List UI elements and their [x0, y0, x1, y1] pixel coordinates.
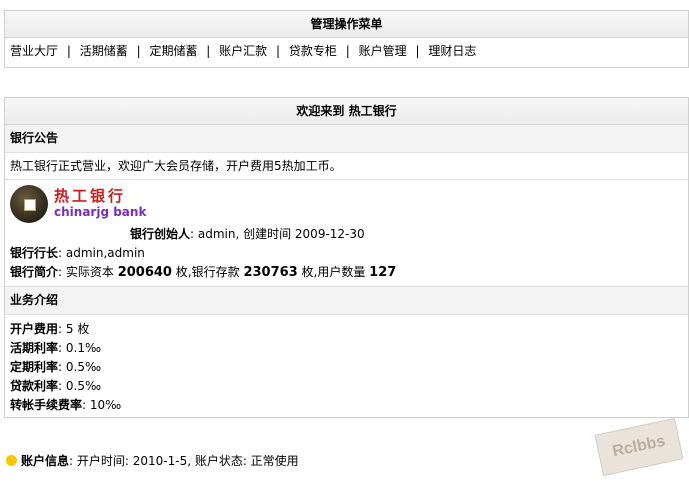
business-row: 活期利率: 0.1‰	[5, 339, 688, 358]
menu-panel: 管理操作菜单 营业大厅 | 活期储蓄 | 定期储蓄 | 账户汇款 | 贷款专柜 …	[4, 10, 689, 68]
business-value: : 5 枚	[58, 322, 90, 336]
business-label: 贷款利率	[10, 379, 59, 393]
menu-bar: 营业大厅 | 活期储蓄 | 定期储蓄 | 账户汇款 | 贷款专柜 | 账户管理 …	[5, 38, 688, 64]
intro-prefix: : 实际资本	[58, 265, 118, 279]
menu-separator: |	[66, 44, 71, 58]
menu-title: 管理操作菜单	[5, 11, 688, 38]
menu-item-account-manage[interactable]: 账户管理	[359, 44, 407, 58]
menu-separator: |	[415, 44, 420, 58]
watermark-text: Rclbbs	[611, 432, 667, 461]
logo-text-en: chinarjg bank	[54, 205, 147, 219]
bank-logo: 热工银行 chinarjg bank	[10, 185, 688, 225]
deposit-value: 230763	[243, 265, 298, 280]
menu-item-remittance[interactable]: 账户汇款	[219, 44, 267, 58]
menu-separator: |	[276, 44, 281, 58]
menu-separator: |	[206, 44, 211, 58]
business-label: 开户费用	[10, 322, 59, 336]
account-info: 账户信息: 开户时间: 2010-1-5, 账户状态: 正常使用	[6, 451, 299, 471]
bank-panel: 欢迎来到 热工银行 银行公告 热工银行正式营业，欢迎广大会员存储，开户费用5热加…	[4, 97, 689, 418]
menu-item-finance-log[interactable]: 理财日志	[428, 44, 476, 58]
lightbulb-icon	[6, 455, 17, 466]
menu-item-fixed-deposit[interactable]: 定期储蓄	[149, 44, 197, 58]
business-value: : 0.5‰	[58, 379, 102, 393]
president-row: 银行行长: admin,admin	[5, 244, 688, 263]
business-row: 开户费用: 5 枚	[5, 320, 688, 339]
business-row: 定期利率: 0.5‰	[5, 358, 688, 377]
business-label: 活期利率	[10, 341, 59, 355]
notice-title: 银行公告	[5, 125, 688, 153]
business-value: : 0.1‰	[58, 341, 102, 355]
user-count-value: 127	[369, 265, 397, 280]
menu-item-lobby[interactable]: 营业大厅	[10, 44, 58, 58]
menu-item-demand-deposit[interactable]: 活期储蓄	[80, 44, 128, 58]
president-label: 银行行长	[10, 246, 59, 260]
menu-separator: |	[345, 44, 350, 58]
business-row: 转帐手续费率: 10‰	[5, 396, 688, 415]
account-label: 账户信息	[21, 454, 70, 468]
bank-welcome-title: 欢迎来到 热工银行	[5, 98, 688, 125]
intro-mid: 枚,银行存款	[171, 265, 244, 279]
founder-label: 银行创始人	[130, 227, 191, 241]
intro-label: 银行简介	[10, 265, 59, 279]
menu-item-loan[interactable]: 贷款专柜	[289, 44, 337, 58]
logo-text-cn: 热工银行	[54, 187, 127, 205]
intro-row: 银行简介: 实际资本 200640 枚,银行存款 230763 枚,用户数量 1…	[5, 263, 688, 282]
founder-row: 银行创始人: admin, 创建时间 2009-12-30	[5, 225, 688, 244]
business-title: 业务介绍	[5, 287, 688, 315]
divider	[5, 179, 688, 180]
capital-value: 200640	[117, 265, 172, 280]
coin-icon	[10, 185, 48, 223]
founder-value: : admin, 创建时间 2009-12-30	[190, 227, 365, 241]
business-value: : 0.5‰	[58, 360, 102, 374]
president-value: : admin,admin	[58, 246, 145, 260]
notice-text: 热工银行正式营业，欢迎广大会员存储，开户费用5热加工币。	[10, 159, 342, 173]
business-label: 定期利率	[10, 360, 59, 374]
menu-separator: |	[136, 44, 141, 58]
account-value: : 开户时间: 2010-1-5, 账户状态: 正常使用	[69, 454, 299, 468]
business-value: : 10‰	[82, 398, 122, 412]
business-row: 贷款利率: 0.5‰	[5, 377, 688, 396]
business-label: 转帐手续费率	[10, 398, 83, 412]
watermark-logo: Rclbbs	[594, 417, 684, 477]
intro-mid2: 枚,用户数量	[297, 265, 370, 279]
